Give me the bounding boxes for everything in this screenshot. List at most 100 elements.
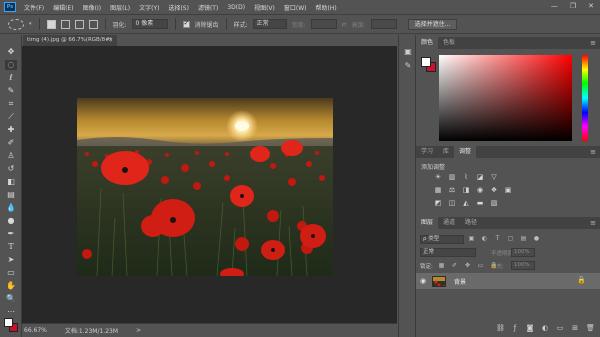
tab-paths[interactable]: 路径 xyxy=(460,217,482,229)
history-brush-tool-icon[interactable]: ↺ xyxy=(5,164,17,174)
dodge-tool-icon[interactable]: ● xyxy=(5,216,17,226)
pen-tool-icon[interactable]: ✒ xyxy=(5,229,17,239)
menu-select[interactable]: 选择(S) xyxy=(168,3,189,12)
foreground-color-swatch[interactable] xyxy=(4,318,13,327)
panel-menu-icon[interactable]: ≡ xyxy=(590,37,596,49)
opacity-input[interactable]: 100% xyxy=(511,248,535,257)
crop-tool-icon[interactable]: ⌗ xyxy=(5,99,17,109)
eraser-tool-icon[interactable]: ◧ xyxy=(5,177,17,187)
style-select[interactable]: 正常 xyxy=(252,19,287,29)
height-input[interactable] xyxy=(370,19,397,29)
smart-object-filter-icon[interactable]: ▤ xyxy=(520,235,527,242)
antialias-checkbox[interactable] xyxy=(182,19,190,28)
history-icon[interactable]: ▣ xyxy=(403,47,413,57)
new-layer-icon[interactable]: ⊞ xyxy=(571,324,579,332)
restore-button[interactable]: ❐ xyxy=(570,2,576,10)
layer-filter-select[interactable]: ρ 类型 xyxy=(420,235,464,244)
brightness-contrast-icon[interactable]: ☀ xyxy=(434,173,442,181)
menu-filter[interactable]: 滤镜(T) xyxy=(198,3,218,12)
posterize-icon[interactable]: ◫ xyxy=(448,199,456,207)
menu-window[interactable]: 窗口(W) xyxy=(284,3,307,12)
zoom-tool-icon[interactable]: 🔍 xyxy=(5,294,17,304)
properties-icon[interactable]: ✎ xyxy=(403,61,413,71)
menu-image[interactable]: 图像(I) xyxy=(83,3,101,12)
marquee-tool-icon[interactable]: ◌ xyxy=(5,60,17,70)
chevron-down-icon[interactable]: ▾ xyxy=(29,21,32,27)
add-to-selection-icon[interactable] xyxy=(60,19,70,29)
photo-filter-icon[interactable]: ◉ xyxy=(476,186,484,194)
close-tab-icon[interactable]: × xyxy=(108,35,113,46)
close-button[interactable]: ✕ xyxy=(588,2,594,10)
hand-tool-icon[interactable]: ✋ xyxy=(5,281,17,291)
move-tool-icon[interactable]: ✥ xyxy=(5,47,17,57)
marquee-preset-icon[interactable] xyxy=(8,18,24,30)
status-menu-arrow[interactable]: > xyxy=(136,327,141,334)
more-tools-icon[interactable]: ⋯ xyxy=(5,307,17,317)
black-white-icon[interactable]: ◨ xyxy=(462,186,470,194)
panel-menu-icon[interactable]: ≡ xyxy=(590,217,596,229)
threshold-icon[interactable]: ◭ xyxy=(462,199,470,207)
layer-style-icon[interactable]: ƒ xyxy=(511,324,519,332)
lock-image-icon[interactable]: ✐ xyxy=(451,262,458,269)
visibility-eye-icon[interactable]: ◉ xyxy=(416,277,430,285)
color-panel-foreground-swatch[interactable] xyxy=(421,57,431,67)
lock-transparent-icon[interactable]: ▦ xyxy=(438,262,445,269)
tab-channels[interactable]: 通道 xyxy=(438,217,460,229)
shape-filter-icon[interactable]: ▢ xyxy=(507,235,514,242)
brush-tool-icon[interactable]: ✐ xyxy=(5,138,17,148)
tab-color[interactable]: 颜色 xyxy=(416,37,439,49)
lock-artboard-icon[interactable]: ▭ xyxy=(477,262,484,269)
menu-help[interactable]: 帮助(H) xyxy=(316,3,337,12)
quick-select-tool-icon[interactable]: ✎ xyxy=(5,86,17,96)
pixel-filter-icon[interactable]: ▣ xyxy=(468,235,475,242)
blend-mode-select[interactable]: 正常 xyxy=(420,248,476,257)
curves-icon[interactable]: ⌇ xyxy=(462,173,470,181)
vibrance-icon[interactable]: ▽ xyxy=(490,173,498,181)
tab-adjustments[interactable]: 调整 xyxy=(454,146,477,158)
channel-mixer-icon[interactable]: ❖ xyxy=(490,186,498,194)
hue-saturation-icon[interactable]: ▦ xyxy=(434,186,442,194)
path-selection-tool-icon[interactable]: ➤ xyxy=(5,255,17,265)
gradient-tool-icon[interactable]: ▤ xyxy=(5,190,17,200)
select-and-mask-button[interactable]: 选择并遮住... xyxy=(407,18,458,30)
add-mask-icon[interactable]: ◙ xyxy=(526,324,534,332)
lasso-tool-icon[interactable]: ℓ xyxy=(5,73,17,83)
gradient-map-icon[interactable]: ▬ xyxy=(476,199,484,207)
new-selection-icon[interactable] xyxy=(46,19,56,29)
exposure-icon[interactable]: ◪ xyxy=(476,173,484,181)
type-tool-icon[interactable]: T xyxy=(5,242,17,252)
blur-tool-icon[interactable]: 💧 xyxy=(5,203,17,213)
healing-brush-tool-icon[interactable]: ✚ xyxy=(5,125,17,135)
filter-toggle-icon[interactable]: ● xyxy=(533,235,540,242)
levels-icon[interactable]: ▥ xyxy=(448,173,456,181)
color-balance-icon[interactable]: ⚖ xyxy=(448,186,456,194)
clone-stamp-tool-icon[interactable]: ♙ xyxy=(5,151,17,161)
layer-row[interactable]: ◉ 背景 🔒 xyxy=(416,273,600,289)
color-picker-field[interactable] xyxy=(439,55,572,141)
width-input[interactable] xyxy=(310,19,337,29)
swap-icon[interactable]: ⇄ xyxy=(342,21,347,28)
new-adjustment-layer-icon[interactable]: ◐ xyxy=(541,324,549,332)
canvas-area[interactable] xyxy=(22,46,397,323)
fill-input[interactable]: 100% xyxy=(511,261,535,270)
invert-icon[interactable]: ◩ xyxy=(434,199,442,207)
menu-3d[interactable]: 3D(D) xyxy=(227,4,245,11)
delete-layer-icon[interactable]: 🗑 xyxy=(586,324,595,332)
document-tab[interactable]: timg (4).jpg @ 66.7%(RGB/8#) × xyxy=(23,35,117,46)
rectangle-tool-icon[interactable]: ▭ xyxy=(5,268,17,278)
tab-swatches[interactable]: 色板 xyxy=(438,37,460,49)
menu-view[interactable]: 视图(V) xyxy=(254,3,275,12)
feather-input[interactable]: 0 像素 xyxy=(131,19,168,29)
menu-layer[interactable]: 图层(L) xyxy=(110,3,130,12)
menu-type[interactable]: 文字(Y) xyxy=(139,3,159,12)
panel-menu-icon[interactable]: ≡ xyxy=(590,146,596,158)
eyedropper-tool-icon[interactable]: ⟋ xyxy=(5,112,17,122)
menu-edit[interactable]: 编辑(E) xyxy=(53,3,73,12)
lock-position-icon[interactable]: ✥ xyxy=(464,262,471,269)
tab-learn[interactable]: 学习 xyxy=(416,146,438,158)
zoom-level[interactable]: 66.67% xyxy=(24,327,47,334)
menu-file[interactable]: 文件(F) xyxy=(24,3,44,12)
adjustment-filter-icon[interactable]: ◐ xyxy=(481,235,488,242)
intersect-selection-icon[interactable] xyxy=(88,19,98,29)
subtract-selection-icon[interactable] xyxy=(74,19,84,29)
